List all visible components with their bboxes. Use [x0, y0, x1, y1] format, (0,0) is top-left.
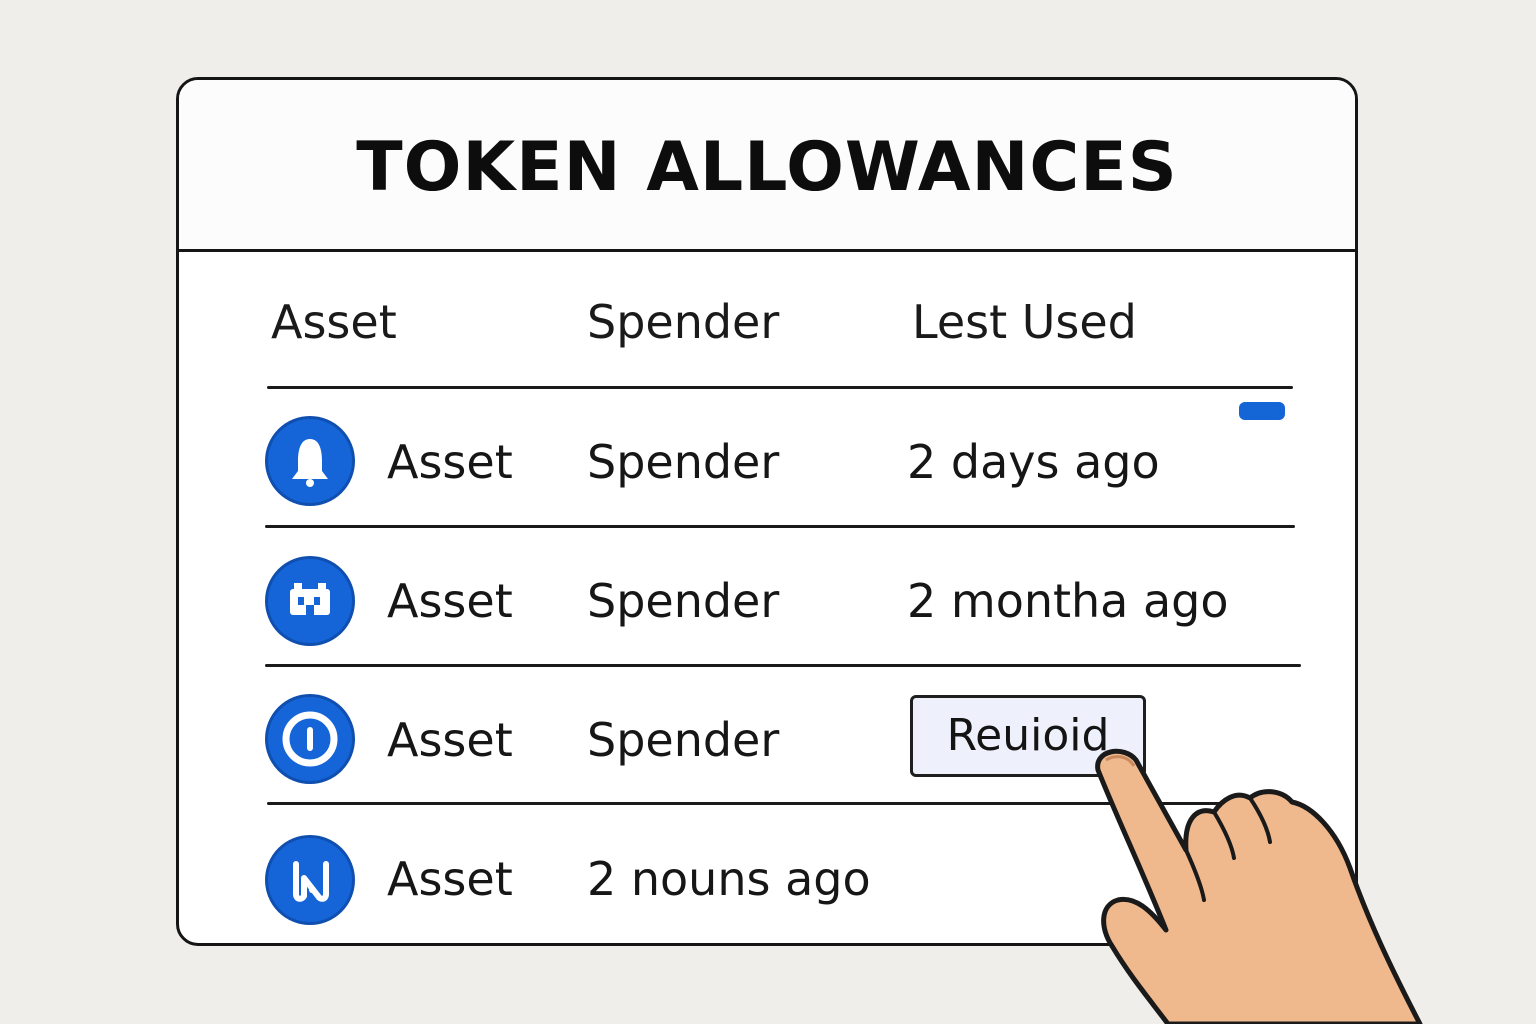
n-logo-icon: [265, 835, 355, 925]
column-header-spender: Spender: [587, 295, 780, 349]
last-used: 2 days ago: [907, 435, 1160, 489]
asset-name: Asset: [387, 435, 513, 489]
status-indicator: [1239, 402, 1285, 420]
ring-icon: [265, 694, 355, 784]
bell-icon: [265, 416, 355, 506]
building-icon: [265, 556, 355, 646]
spender-name: Spender: [587, 435, 780, 489]
asset-name: Asset: [387, 574, 513, 628]
asset-name: Asset: [387, 713, 513, 767]
row-divider: [267, 802, 1287, 805]
column-header-last-used: Lest Used: [912, 295, 1137, 349]
title-bar: TOKEN ALLOWANCES: [179, 80, 1355, 252]
spender-name: Spender: [587, 574, 780, 628]
spender-name: Spender: [587, 713, 780, 767]
row-divider: [265, 525, 1295, 528]
revoke-button[interactable]: Reuioid: [910, 695, 1146, 777]
last-used: 2 montha ago: [907, 574, 1229, 628]
header-divider: [267, 386, 1293, 389]
column-header-asset: Asset: [271, 295, 397, 349]
page-title: TOKEN ALLOWANCES: [356, 128, 1178, 207]
token-allowances-panel: TOKEN ALLOWANCES Asset Spender Lest Used…: [176, 77, 1358, 946]
asset-name: Asset: [387, 852, 513, 906]
spender-value: 2 nouns ago: [587, 852, 871, 906]
row-divider: [265, 664, 1301, 667]
